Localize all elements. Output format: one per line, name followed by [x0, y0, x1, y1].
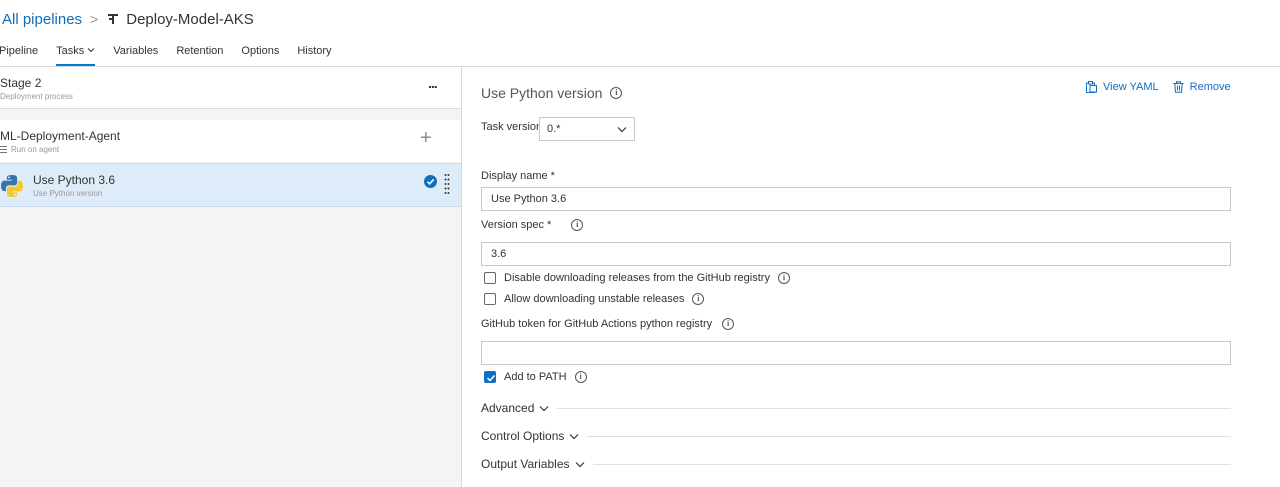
- disable-downloading-row: Disable downloading releases from the Gi…: [484, 272, 790, 284]
- section-divider: [587, 435, 1231, 437]
- stage-item[interactable]: Stage 2 Deployment process ...: [0, 67, 461, 109]
- display-name-label-text: Display name: [481, 170, 548, 182]
- breadcrumb-all-pipelines[interactable]: All pipelines: [2, 11, 82, 28]
- chevron-down-icon: [87, 48, 95, 53]
- task-list-pane: Stage 2 Deployment process ... ML-Deploy…: [0, 67, 462, 487]
- info-icon[interactable]: i: [722, 318, 735, 330]
- allow-unstable-label: Allow downloading unstable releases: [504, 293, 685, 305]
- add-to-path-row: Add to PATH i: [484, 371, 587, 383]
- task-heading-text: Use Python version: [481, 85, 603, 101]
- stage-title: Stage 2: [0, 76, 42, 90]
- agent-job-title: ML-Deployment-Agent: [0, 129, 121, 143]
- tab-options[interactable]: Options: [241, 42, 279, 66]
- required-marker: *: [546, 219, 552, 231]
- version-spec-value: 3.6: [491, 248, 507, 260]
- section-divider: [592, 463, 1231, 465]
- stage-subtitle: Deployment process: [0, 92, 73, 101]
- allow-unstable-row: Allow downloading unstable releases i: [484, 293, 705, 305]
- chevron-down-icon: [575, 461, 584, 467]
- section-control-options-label: Control Options: [481, 429, 565, 443]
- checkmark-icon: [486, 374, 496, 382]
- info-icon[interactable]: i: [777, 272, 790, 284]
- agent-job-item[interactable]: ML-Deployment-Agent Run on agent +: [0, 120, 461, 162]
- section-advanced-label: Advanced: [481, 401, 535, 415]
- info-icon[interactable]: i: [610, 87, 623, 99]
- task-title: Use Python 3.6: [33, 173, 116, 187]
- list-icon: [0, 146, 7, 153]
- breadcrumb: All pipelines > Deploy-Model-AKS: [2, 8, 254, 30]
- version-spec-field[interactable]: 3.6: [481, 242, 1231, 266]
- chevron-down-icon: [617, 127, 627, 133]
- tab-variables[interactable]: Variables: [113, 42, 158, 66]
- section-advanced[interactable]: Advanced: [481, 400, 1231, 416]
- chevron-down-icon: [539, 405, 549, 411]
- remove-button[interactable]: Remove: [1173, 81, 1231, 93]
- disable-downloading-label: Disable downloading releases from the Gi…: [504, 272, 770, 284]
- task-subtitle: Use Python version: [33, 189, 103, 198]
- add-to-path-checkbox[interactable]: [484, 371, 496, 383]
- check-circle-icon: [424, 175, 437, 188]
- agent-job-subtitle-text: Run on agent: [11, 145, 60, 154]
- task-version-select[interactable]: 0.*: [539, 117, 635, 141]
- clipboard-icon: [1086, 81, 1097, 93]
- agent-job-subtitle: Run on agent: [0, 145, 59, 154]
- info-icon[interactable]: i: [574, 371, 587, 383]
- view-yaml-button[interactable]: View YAML: [1085, 81, 1159, 93]
- display-name-value: Use Python 3.6: [491, 193, 567, 205]
- display-name-label: Display name *: [481, 170, 555, 182]
- github-token-label: GitHub token for GitHub Actions python r…: [481, 318, 735, 330]
- section-divider: [557, 407, 1231, 409]
- pipeline-title: Deploy-Model-AKS: [126, 10, 254, 28]
- breadcrumb-separator: >: [90, 11, 99, 27]
- more-options-icon[interactable]: ...: [428, 75, 438, 91]
- info-icon[interactable]: i: [692, 293, 705, 305]
- task-heading: Use Python version i: [481, 85, 623, 101]
- task-version-label: Task version: [481, 121, 543, 133]
- tab-tasks-label: Tasks: [56, 45, 85, 57]
- tab-pipeline[interactable]: Pipeline: [0, 42, 38, 66]
- section-output-variables-label: Output Variables: [481, 457, 570, 471]
- header-actions: View YAML Remove: [1085, 81, 1245, 93]
- drag-handle-icon[interactable]: [444, 173, 450, 195]
- view-yaml-label: View YAML: [1103, 81, 1159, 93]
- chevron-down-icon: [569, 433, 579, 439]
- section-output-variables[interactable]: Output Variables: [481, 456, 1231, 472]
- info-icon[interactable]: i: [571, 219, 584, 231]
- github-token-field[interactable]: [481, 341, 1231, 365]
- github-token-label-text: GitHub token for GitHub Actions python r…: [481, 318, 713, 330]
- display-name-field[interactable]: Use Python 3.6: [481, 187, 1231, 211]
- disable-downloading-checkbox[interactable]: [484, 272, 496, 284]
- add-task-icon[interactable]: +: [420, 128, 432, 148]
- section-control-options[interactable]: Control Options: [481, 428, 1231, 444]
- allow-unstable-checkbox[interactable]: [484, 293, 496, 305]
- tab-bar: Pipeline Tasks Variables Retention Optio…: [0, 42, 350, 66]
- python-icon: [1, 175, 24, 197]
- version-spec-label-text: Version spec: [481, 219, 544, 231]
- remove-label: Remove: [1189, 81, 1231, 93]
- pipeline-icon: [108, 14, 119, 24]
- tab-retention[interactable]: Retention: [176, 42, 223, 66]
- required-marker: *: [550, 170, 555, 182]
- task-details-pane: Use Python version i View YAML Remove Ta…: [463, 67, 1280, 487]
- tab-history[interactable]: History: [297, 42, 331, 66]
- tab-tasks[interactable]: Tasks: [56, 42, 96, 66]
- add-to-path-label: Add to PATH: [504, 371, 567, 383]
- version-spec-label: Version spec * i: [481, 219, 584, 231]
- task-version-value: 0.*: [547, 123, 561, 135]
- task-item-use-python[interactable]: Use Python 3.6 Use Python version: [0, 163, 461, 207]
- trash-icon: [1173, 81, 1184, 93]
